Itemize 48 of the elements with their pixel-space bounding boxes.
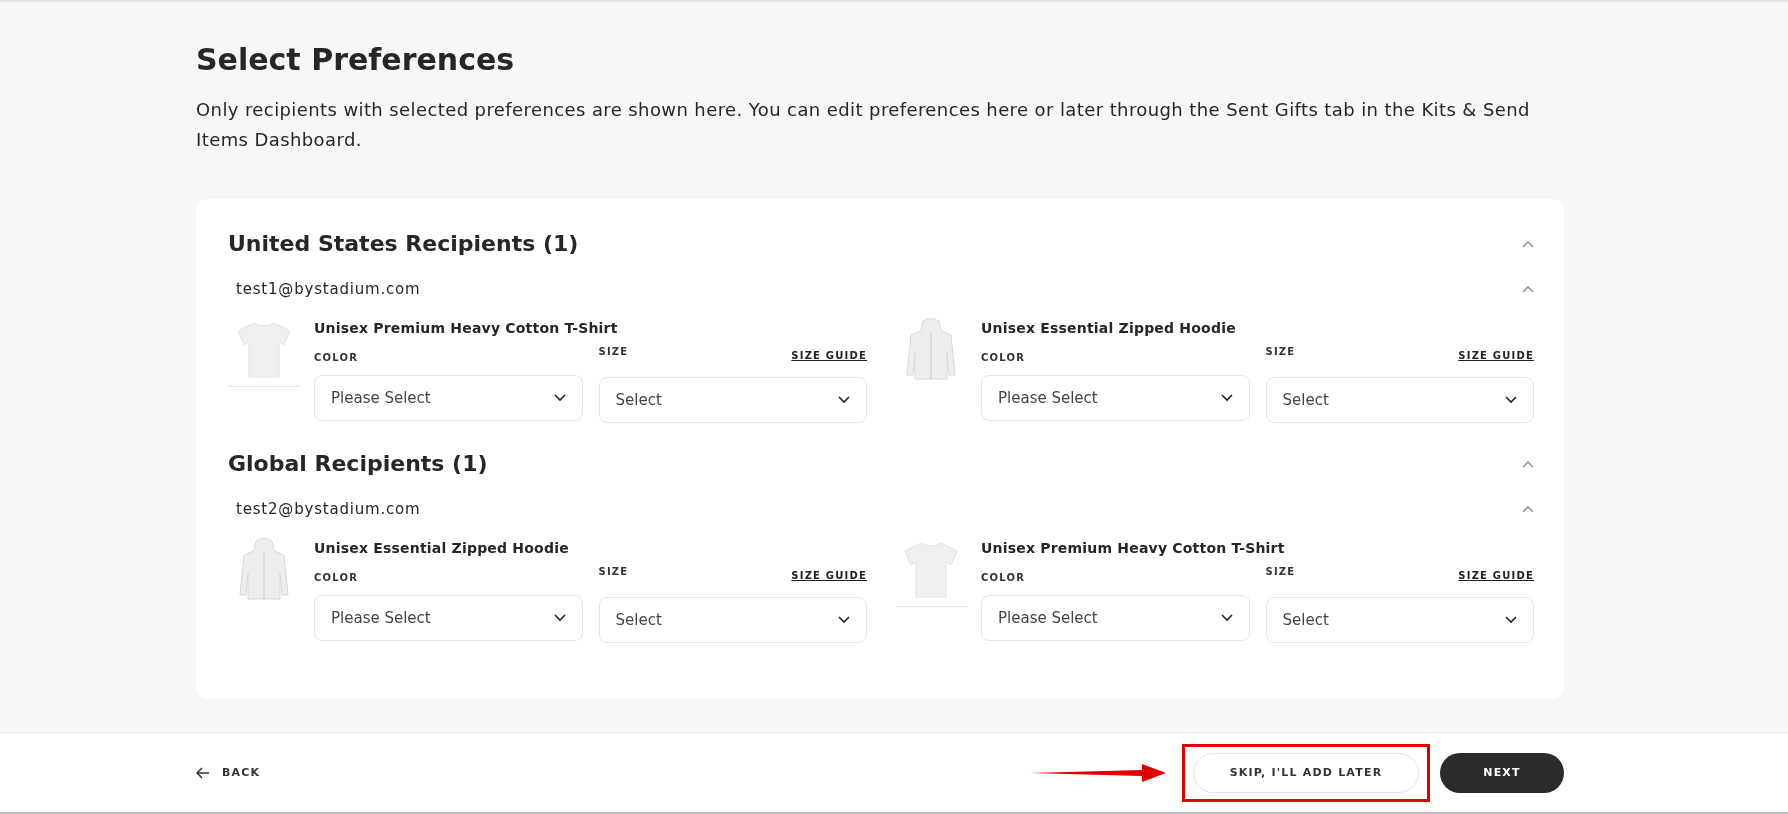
- field-label: COLOR: [981, 352, 1026, 363]
- next-button[interactable]: NEXT: [1440, 752, 1564, 793]
- chevron-up-icon[interactable]: [1522, 459, 1534, 468]
- chevron-down-icon[interactable]: [838, 396, 850, 404]
- size-dropdown[interactable]: Select: [1265, 377, 1534, 423]
- skip-button[interactable]: SKIP, I'LL ADD LATER: [1193, 752, 1419, 793]
- chevron-down-icon[interactable]: [553, 614, 566, 622]
- product-name: Unisex Essential Zipped Hoodie: [981, 320, 1237, 336]
- field-label: SIZE: [1265, 346, 1296, 359]
- size-guide-link[interactable]: SIZE GUIDE: [791, 570, 867, 581]
- product-name: Unisex Premium Heavy Cotton T-Shirt: [981, 540, 1286, 556]
- size-dropdown[interactable]: Select: [598, 377, 867, 423]
- product-name: Unisex Essential Zipped Hoodie: [314, 540, 570, 556]
- color-dropdown[interactable]: Please Select: [981, 375, 1250, 421]
- size-guide-link[interactable]: SIZE GUIDE: [791, 350, 867, 361]
- back-button[interactable]: BACK: [196, 762, 261, 783]
- chevron-down-icon[interactable]: [1220, 394, 1233, 402]
- field-label: COLOR: [314, 572, 359, 583]
- chevron-down-icon[interactable]: [838, 616, 850, 624]
- size-dropdown[interactable]: Select: [1265, 597, 1534, 643]
- chevron-up-icon[interactable]: [1522, 239, 1534, 248]
- color-dropdown[interactable]: Please Select: [981, 595, 1250, 641]
- product-name: Unisex Premium Heavy Cotton T-Shirt: [314, 320, 619, 336]
- field-label: SIZE: [1265, 566, 1296, 579]
- color-dropdown[interactable]: Please Select: [314, 595, 583, 641]
- arrow-left-icon: [196, 766, 210, 779]
- size-guide-link[interactable]: SIZE GUIDE: [1458, 350, 1534, 361]
- color-dropdown[interactable]: Please Select: [314, 375, 583, 421]
- chevron-down-icon[interactable]: [1220, 614, 1233, 622]
- section-heading: Global Recipients (1): [228, 451, 488, 476]
- page-title: Select Preferences: [196, 42, 516, 77]
- hoodie-icon: [905, 317, 957, 383]
- recipient-email: test2@bystadium.com: [236, 500, 421, 518]
- field-label: SIZE: [598, 566, 629, 579]
- chevron-down-icon[interactable]: [1505, 616, 1517, 624]
- recipient-email: test1@bystadium.com: [236, 280, 421, 298]
- size-dropdown[interactable]: Select: [598, 597, 867, 643]
- page-description: Only recipients with selected preferences are shown here. You can edit preferences here or later through the Sent Gifts tab in the Kits & Send Items Dashboard.: [196, 98, 1531, 152]
- size-guide-link[interactable]: SIZE GUIDE: [1458, 570, 1534, 581]
- section-heading: United States Recipients (1): [228, 231, 579, 256]
- field-label: SIZE: [598, 346, 629, 359]
- field-label: COLOR: [981, 572, 1026, 583]
- chevron-up-icon[interactable]: [1522, 285, 1534, 293]
- chevron-down-icon[interactable]: [553, 394, 566, 402]
- field-label: COLOR: [314, 352, 359, 363]
- hoodie-icon: [238, 537, 290, 603]
- chevron-up-icon[interactable]: [1522, 505, 1534, 513]
- chevron-down-icon[interactable]: [1505, 396, 1517, 404]
